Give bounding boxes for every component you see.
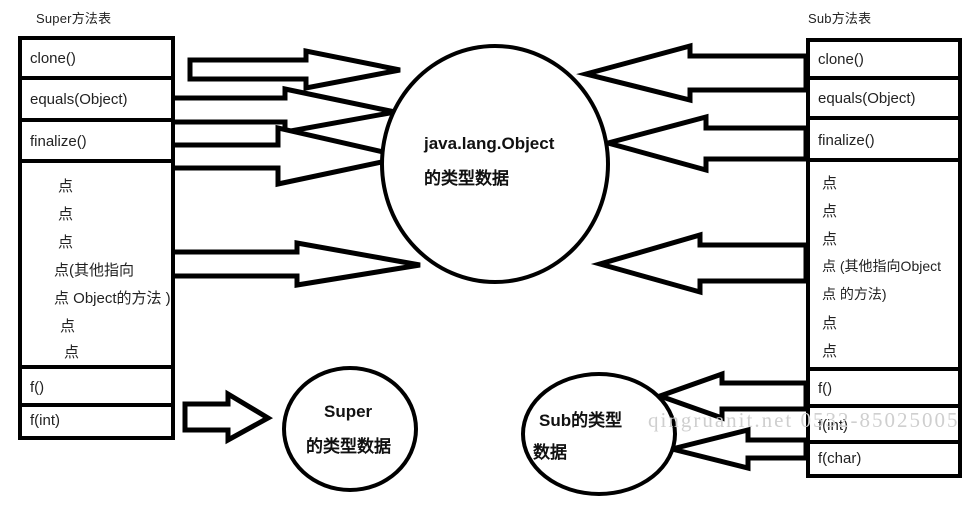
dots-line: 点 bbox=[822, 203, 838, 220]
dots-line: 点(其他指向 bbox=[54, 262, 134, 279]
diagram-canvas: Super方法表 Sub方法表 clone() equals(Object) f… bbox=[0, 0, 968, 515]
table-row[interactable]: finalize() bbox=[810, 120, 958, 162]
arrow-sub-fchar-to-sub-bubble bbox=[671, 426, 809, 472]
row-label: clone() bbox=[818, 51, 864, 68]
row-label: finalize() bbox=[818, 132, 875, 149]
super-type-data-bubble: Super 的类型数据 bbox=[282, 366, 418, 492]
row-label: f() bbox=[818, 380, 833, 397]
row-label: f(char) bbox=[818, 450, 862, 467]
dots-line: 点 (其他指向Object bbox=[822, 258, 942, 274]
dots-line: 点 bbox=[822, 315, 838, 332]
dots-line: 点 bbox=[58, 178, 74, 195]
bubble-line-2: 的类型数据 bbox=[424, 169, 509, 188]
arrow-sub-dots-to-object bbox=[590, 231, 809, 296]
arrow-super-clone-to-object bbox=[187, 47, 401, 92]
table-row[interactable]: finalize() bbox=[22, 122, 171, 163]
super-method-table: clone() equals(Object) finalize() 点 点 点 … bbox=[18, 36, 175, 440]
arrow-super-dots-to-object bbox=[165, 240, 421, 288]
row-label: f() bbox=[30, 379, 45, 396]
table-row[interactable]: equals(Object) bbox=[810, 80, 958, 120]
table-row[interactable]: f(int) bbox=[22, 407, 171, 436]
dots-line: 点 bbox=[60, 318, 76, 335]
row-label: equals(Object) bbox=[818, 90, 916, 107]
arrow-super-table-to-super-bubble bbox=[182, 389, 274, 445]
row-label: f(int) bbox=[30, 412, 60, 429]
dots-line: 点 bbox=[822, 175, 838, 192]
row-label: clone() bbox=[30, 50, 76, 67]
sub-method-table: clone() equals(Object) finalize() 点 点 点 … bbox=[806, 38, 962, 478]
row-label: f(int) bbox=[818, 417, 848, 434]
dots-line: 点 bbox=[58, 206, 74, 223]
dots-line: 点 Object的方法 ) bbox=[54, 290, 171, 307]
object-type-data-bubble: java.lang.Object 的类型数据 bbox=[380, 44, 610, 284]
row-label: finalize() bbox=[30, 133, 87, 150]
sub-type-data-bubble: Sub的类型 数据 bbox=[521, 372, 677, 496]
super-table-caption: Super方法表 bbox=[36, 11, 112, 26]
row-label: equals(Object) bbox=[30, 91, 128, 108]
arrow-sub-finalize-to-object bbox=[598, 113, 809, 174]
dots-line: 点 bbox=[822, 231, 838, 248]
table-row[interactable]: f() bbox=[22, 369, 171, 407]
table-row[interactable]: f(char) bbox=[810, 444, 958, 474]
sub-table-dots-block: 点 点 点 点 (其他指向Object 点 的方法) 点 点 bbox=[810, 162, 958, 371]
dots-line: 点 的方法) bbox=[822, 286, 887, 302]
bubble-line-2: 的类型数据 bbox=[306, 437, 391, 456]
dots-line: 点 bbox=[64, 344, 80, 361]
bubble-line-1: java.lang.Object bbox=[424, 134, 555, 153]
table-row[interactable]: clone() bbox=[22, 40, 171, 80]
bubble-line-2: 数据 bbox=[533, 443, 567, 462]
table-row[interactable]: clone() bbox=[810, 42, 958, 80]
bubble-line-1: Super bbox=[324, 402, 373, 421]
bubble-line-1: Sub的类型 bbox=[539, 411, 623, 430]
sub-table-caption: Sub方法表 bbox=[808, 11, 872, 26]
dots-line: 点 bbox=[822, 343, 838, 360]
table-row[interactable]: equals(Object) bbox=[22, 80, 171, 122]
super-table-dots-block: 点 点 点 点(其他指向 点 Object的方法 ) 点 点 bbox=[22, 163, 171, 369]
arrow-super-finalize-to-object bbox=[165, 124, 406, 188]
table-row[interactable]: f() bbox=[810, 371, 958, 408]
arrow-sub-clone-to-object bbox=[576, 42, 809, 104]
table-row[interactable]: f(int) bbox=[810, 408, 958, 444]
arrow-sub-f-to-sub-bubble bbox=[652, 370, 809, 422]
dots-line: 点 bbox=[58, 234, 74, 251]
arrow-super-equals-to-object bbox=[165, 85, 396, 135]
